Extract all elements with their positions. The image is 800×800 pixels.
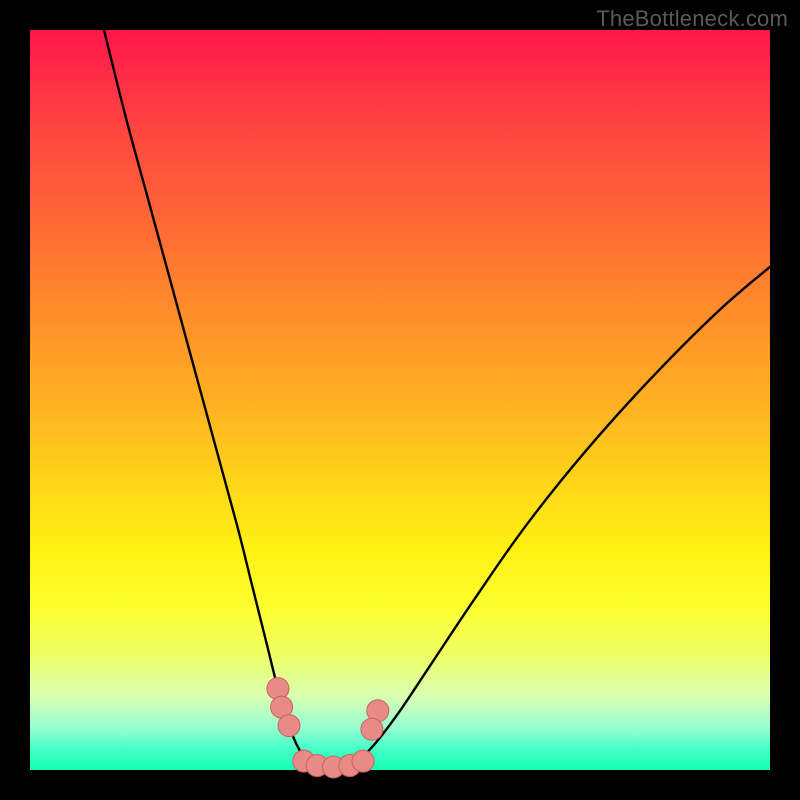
- plot-area: [30, 30, 770, 770]
- marker-floor-e: [352, 750, 374, 772]
- marker-left-cluster-low: [278, 715, 300, 737]
- marker-right-cluster-low: [361, 718, 383, 740]
- watermark-label: TheBottleneck.com: [596, 6, 788, 32]
- chart-frame: TheBottleneck.com: [0, 0, 800, 800]
- series-left-branch: [104, 30, 311, 765]
- series-right-branch: [356, 267, 770, 765]
- chart-svg: [30, 30, 770, 770]
